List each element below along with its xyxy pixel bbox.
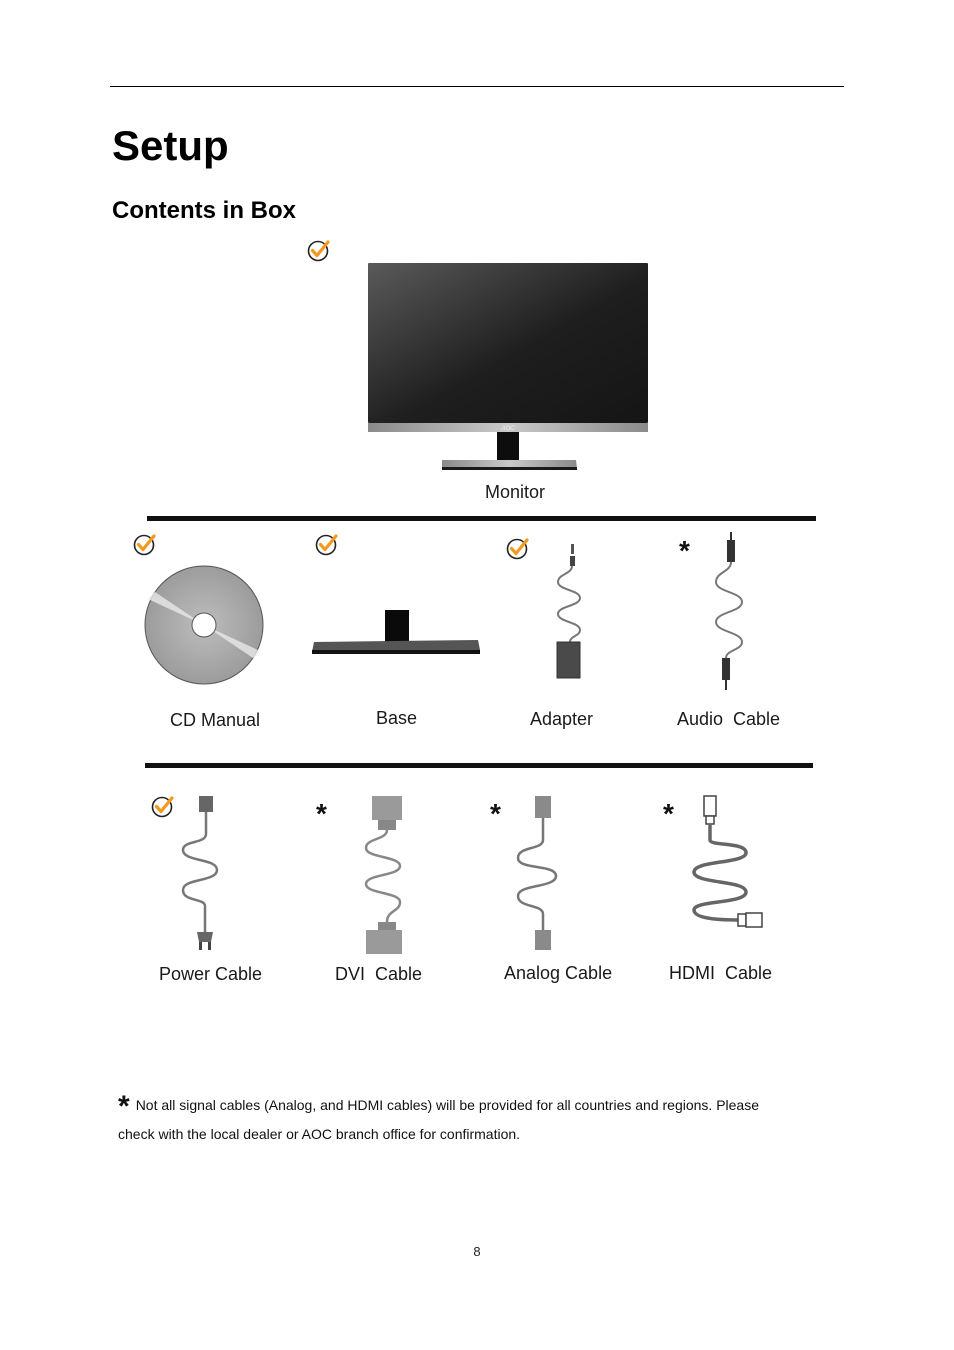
base-image (312, 610, 480, 654)
check-icon (506, 536, 530, 560)
asterisk-marker: * (663, 798, 674, 829)
check-icon (133, 532, 157, 556)
analog-cable-label: Analog Cable (504, 963, 613, 983)
adapter-image (556, 544, 582, 679)
monitor-image: AOC (368, 263, 648, 470)
footnote: * Not all signal cables (Analog, and HDMI… (118, 1092, 818, 1146)
footnote-line-1: Not all signal cables (Analog, and HDMI … (135, 1097, 760, 1113)
header-rule (110, 86, 844, 87)
asterisk-marker: * (118, 1090, 130, 1123)
section-title: Contents in Box (112, 197, 296, 224)
page-title: Setup (112, 122, 229, 169)
section-divider (147, 516, 816, 521)
power-cable-label: Power Cable (159, 964, 263, 984)
audio-cable-label: Audio Cable (677, 709, 781, 729)
adapter-label: Adapter (530, 709, 594, 729)
footnote-line-2: check with the local dealer or AOC branc… (118, 1126, 521, 1142)
analog-cable-image (516, 796, 558, 950)
check-icon (151, 794, 175, 818)
asterisk-marker: * (316, 798, 327, 829)
hdmi-cable-label: HDMI Cable (669, 963, 773, 983)
cd-manual-label: CD Manual (170, 710, 261, 730)
section-divider (145, 763, 813, 768)
asterisk-marker: * (490, 798, 501, 829)
base-label: Base (376, 708, 418, 728)
dvi-cable-image (364, 796, 402, 954)
monitor-label: Monitor (485, 482, 546, 502)
audio-cable-image (714, 532, 744, 690)
hdmi-cable-image (692, 795, 763, 928)
cd-disc-image (144, 565, 264, 685)
check-icon (315, 532, 339, 556)
dvi-cable-label: DVI Cable (335, 964, 423, 984)
asterisk-marker: * (679, 535, 690, 566)
check-icon (307, 238, 331, 262)
page-number: 8 (473, 1244, 481, 1259)
power-cable-image (181, 796, 219, 950)
brand-logo: AOC (500, 426, 515, 432)
